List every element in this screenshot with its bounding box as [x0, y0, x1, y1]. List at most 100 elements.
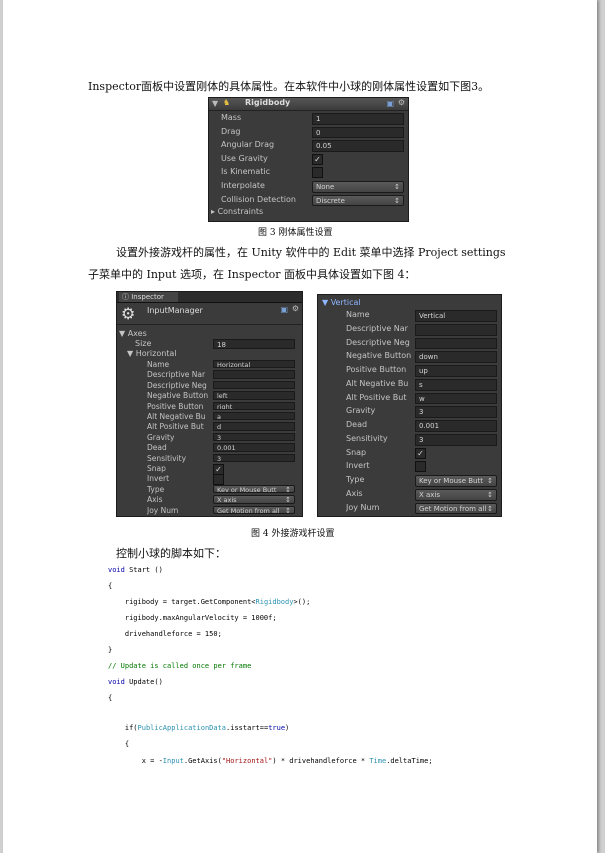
code-token: .deltaTime;	[386, 757, 433, 765]
help-icon[interactable]: ▣	[386, 99, 394, 108]
property-dropdown[interactable]: X axis	[213, 495, 295, 504]
property-label: Name	[147, 360, 170, 369]
property-row: Name Horizontal	[117, 359, 302, 369]
code-token: }	[108, 646, 113, 654]
property-field[interactable]: up	[415, 365, 497, 377]
inspector-tab-bar: ⓘ Inspector	[117, 292, 302, 303]
code-token: rigibody.maxAngularVelocity = 1000f;	[108, 614, 277, 622]
property-row: Sensitivity 3	[117, 453, 302, 463]
property-label: Alt Negative Bu	[346, 378, 409, 388]
property-row: Interpolate None	[209, 180, 408, 194]
property-field[interactable]	[213, 380, 295, 390]
property-row: Dead 0.001	[117, 442, 302, 452]
property-row: Descriptive Nar	[117, 369, 302, 379]
code-token: )	[285, 724, 290, 732]
constraints-label: ▸ Constraints	[211, 207, 264, 216]
property-field[interactable]: right	[213, 401, 295, 410]
divider	[117, 324, 302, 325]
property-dropdown[interactable]: Key or Mouse Butt	[213, 484, 295, 494]
property-dropdown[interactable]: X axis	[415, 488, 497, 501]
property-field[interactable]: 0.001	[415, 420, 497, 432]
code-token: Start ()	[124, 566, 163, 574]
property-row: Is Kinematic	[209, 166, 408, 180]
property-label: Axis	[346, 488, 363, 498]
code-line: void Start ()	[108, 566, 163, 574]
property-field[interactable]: 0	[312, 126, 404, 139]
paragraph-inspector-intro: Inspector面板中设置刚体的具体属性。在本软件中小球的刚体属性设置如下图3…	[88, 80, 490, 93]
property-checkbox[interactable]	[312, 167, 323, 179]
property-row: Descriptive Neg	[117, 380, 302, 390]
property-field[interactable]: s	[415, 378, 497, 391]
property-field[interactable]: 3	[213, 453, 295, 462]
gear-icon[interactable]: ⚙	[292, 304, 299, 313]
property-field[interactable]: Horizontal	[213, 360, 295, 369]
property-label: Positive Button	[346, 365, 407, 374]
property-row: Axis X axis	[318, 488, 501, 502]
property-row: Alt Positive But d	[117, 421, 302, 431]
code-line: if(PublicApplicationData.isstart==true)	[108, 724, 289, 732]
property-field[interactable]: 0.05	[312, 140, 404, 152]
code-line: x = -Input.GetAxis("Horizontal") * drive…	[108, 757, 433, 765]
code-token: {	[108, 740, 130, 748]
property-label: Axis	[147, 495, 163, 505]
rigidbody-panel: ▼ ♞ Rigidbody ▣ ⚙ Mass 1 Drag 0 Angular Drag…	[208, 97, 409, 222]
property-row: Joy Num Get Motion from all	[318, 502, 501, 516]
code-token: // Update is called once per frame	[108, 662, 252, 670]
code-token: if(	[108, 724, 138, 732]
gear-icon[interactable]: ⚙	[398, 98, 405, 107]
horizontal-group-label: ▼ Horizontal	[127, 349, 177, 358]
axes-label: ▼ Axes	[119, 329, 147, 338]
property-checkbox[interactable]	[415, 461, 426, 473]
property-checkbox[interactable]: ✓	[312, 153, 323, 165]
property-row: Snap ✓	[318, 447, 501, 461]
code-token: Update()	[124, 678, 163, 686]
code-line: {	[108, 582, 112, 590]
property-dropdown[interactable]: Discrete	[312, 194, 404, 207]
property-label: Collision Detection	[221, 194, 296, 204]
property-field[interactable]: 3	[415, 406, 497, 418]
property-label: Alt Negative Bu	[147, 412, 206, 421]
inspector-tab[interactable]: ⓘ Inspector	[119, 292, 178, 302]
constraints-row[interactable]: ▸ Constraints	[209, 206, 408, 219]
code-token: Time	[369, 757, 387, 765]
property-row: Use Gravity ✓	[209, 153, 408, 167]
property-dropdown[interactable]: None	[312, 181, 404, 193]
property-label: Alt Positive But	[147, 422, 204, 432]
property-label: Name	[346, 310, 370, 319]
property-dropdown[interactable]: Key or Mouse Butt	[415, 475, 497, 487]
property-field[interactable]: 3	[213, 432, 295, 442]
property-label: Negative Button	[147, 391, 209, 401]
property-label: Negative Button	[346, 351, 412, 361]
property-dropdown[interactable]: Get Motion from all	[415, 502, 497, 515]
property-field[interactable]: d	[213, 422, 295, 431]
property-field[interactable]: 1	[312, 113, 404, 125]
property-row: Invert	[117, 473, 302, 486]
property-label: Invert	[346, 461, 370, 471]
property-field[interactable]: left	[213, 391, 295, 400]
help-icon[interactable]: ▣	[280, 305, 288, 314]
property-checkbox[interactable]: ✓	[415, 447, 426, 459]
property-label: Type	[346, 475, 365, 484]
property-field[interactable]: w	[415, 392, 497, 405]
property-field[interactable]	[415, 337, 497, 350]
code-token: drivehandleforce = 150;	[108, 630, 222, 638]
property-field[interactable]: 3	[415, 433, 497, 446]
code-token: x = -	[108, 757, 163, 765]
property-field[interactable]	[213, 370, 295, 379]
property-field[interactable]: a	[213, 412, 295, 421]
property-row: Type Key or Mouse Butt	[318, 474, 501, 488]
code-line: // Update is called once per frame	[108, 662, 251, 670]
property-field[interactable]: down	[415, 351, 497, 363]
property-row: Axis X axis	[117, 494, 302, 504]
property-dropdown[interactable]: Get Motion from all	[213, 505, 295, 514]
code-line: }	[108, 646, 112, 654]
gear-large-icon: ⚙	[121, 304, 136, 323]
paragraph-joystick-line1: 设置外接游戏杆的属性，在 Unity 软件中的 Edit 菜单中选择 Proje…	[116, 246, 506, 259]
property-field[interactable]	[415, 323, 497, 336]
property-label: Descriptive Nar	[147, 370, 206, 380]
property-field[interactable]: 0.001	[213, 443, 295, 452]
property-field[interactable]: Vertical	[415, 310, 497, 322]
property-label: Sensitivity	[147, 453, 187, 463]
property-row: Snap ✓	[117, 463, 302, 475]
code-line: rigibody.maxAngularVelocity = 1000f;	[108, 614, 277, 622]
